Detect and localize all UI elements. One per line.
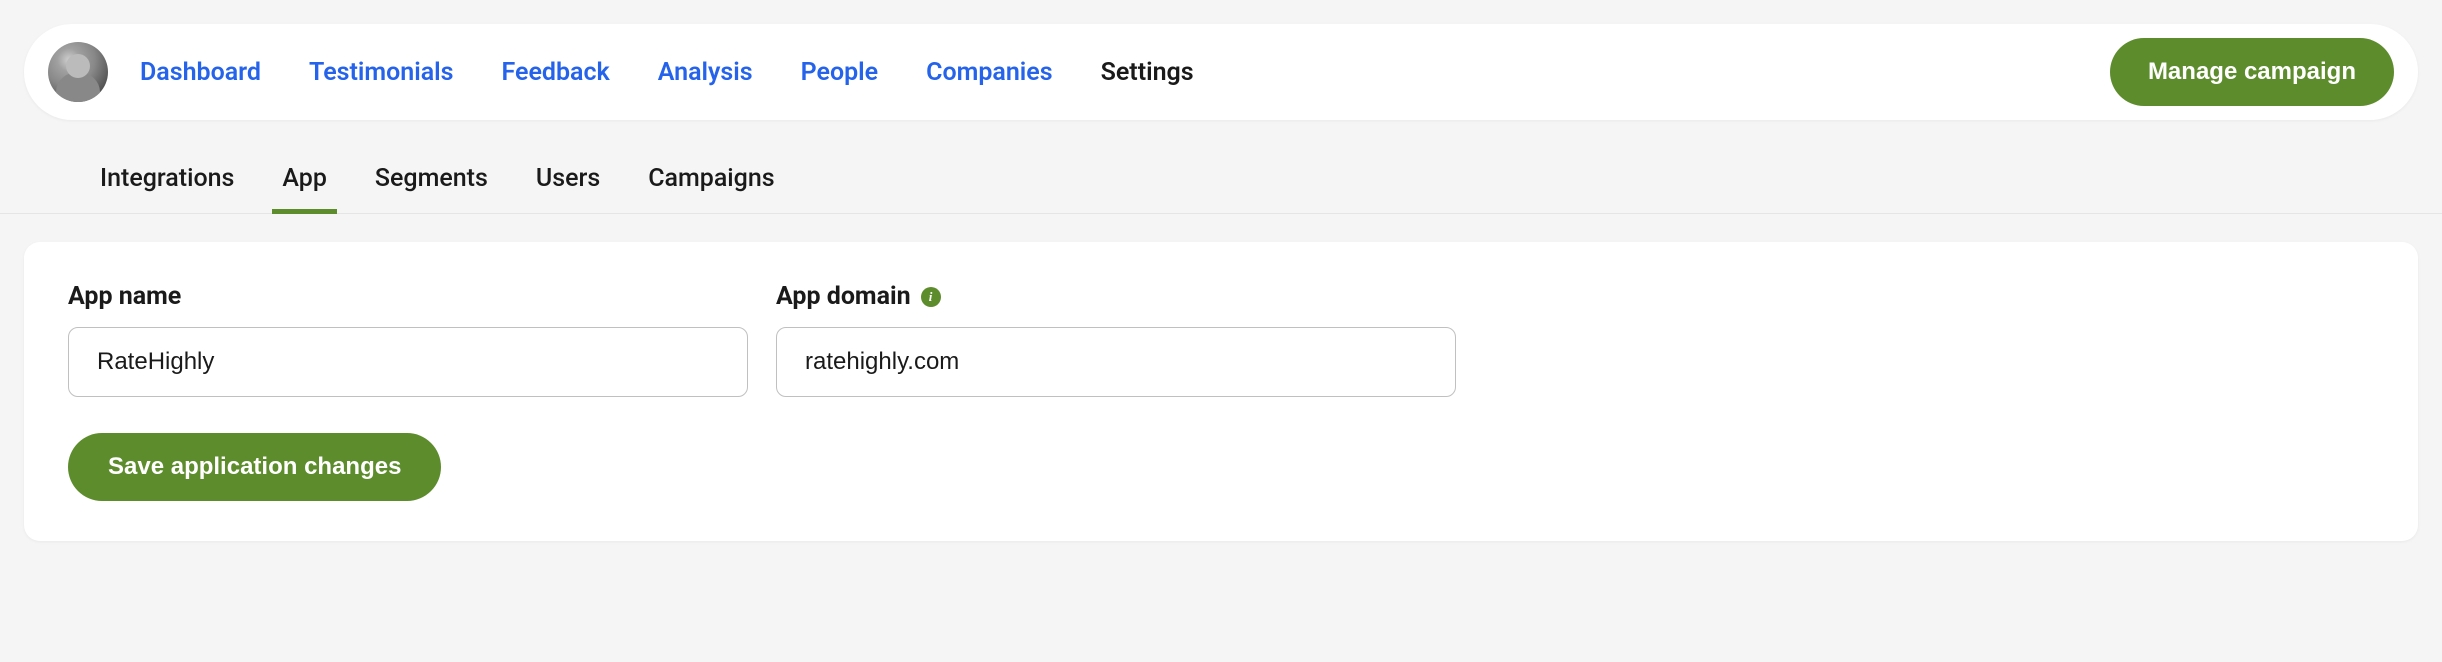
header-bar: Dashboard Testimonials Feedback Analysis… xyxy=(24,24,2418,120)
tab-users[interactable]: Users xyxy=(536,144,600,213)
info-icon[interactable]: i xyxy=(921,287,941,307)
settings-panel: App name App domain i Save application c… xyxy=(24,242,2418,541)
app-name-input[interactable] xyxy=(68,327,748,397)
app-name-group: App name xyxy=(68,282,748,397)
tab-app[interactable]: App xyxy=(282,144,326,213)
app-domain-group: App domain i xyxy=(776,282,1456,397)
app-domain-input[interactable] xyxy=(776,327,1456,397)
manage-campaign-button[interactable]: Manage campaign xyxy=(2110,38,2394,106)
save-application-button[interactable]: Save application changes xyxy=(68,433,441,501)
tab-segments[interactable]: Segments xyxy=(375,144,488,213)
tab-integrations[interactable]: Integrations xyxy=(100,144,234,213)
nav-testimonials[interactable]: Testimonials xyxy=(309,58,454,87)
nav-feedback[interactable]: Feedback xyxy=(502,58,610,87)
nav-companies[interactable]: Companies xyxy=(926,58,1052,87)
main-nav: Dashboard Testimonials Feedback Analysis… xyxy=(140,58,1194,87)
app-domain-label: App domain i xyxy=(776,282,1456,311)
tab-campaigns[interactable]: Campaigns xyxy=(648,144,774,213)
nav-settings[interactable]: Settings xyxy=(1101,58,1194,87)
avatar[interactable] xyxy=(48,42,108,102)
header-left: Dashboard Testimonials Feedback Analysis… xyxy=(48,42,1194,102)
nav-analysis[interactable]: Analysis xyxy=(658,58,753,87)
app-domain-label-text: App domain xyxy=(776,282,911,311)
settings-tabs: Integrations App Segments Users Campaign… xyxy=(100,144,2342,213)
nav-people[interactable]: People xyxy=(801,58,879,87)
tabs-container: Integrations App Segments Users Campaign… xyxy=(0,144,2442,214)
form-row: App name App domain i xyxy=(68,282,2374,397)
app-name-label: App name xyxy=(68,282,748,311)
nav-dashboard[interactable]: Dashboard xyxy=(140,58,261,87)
